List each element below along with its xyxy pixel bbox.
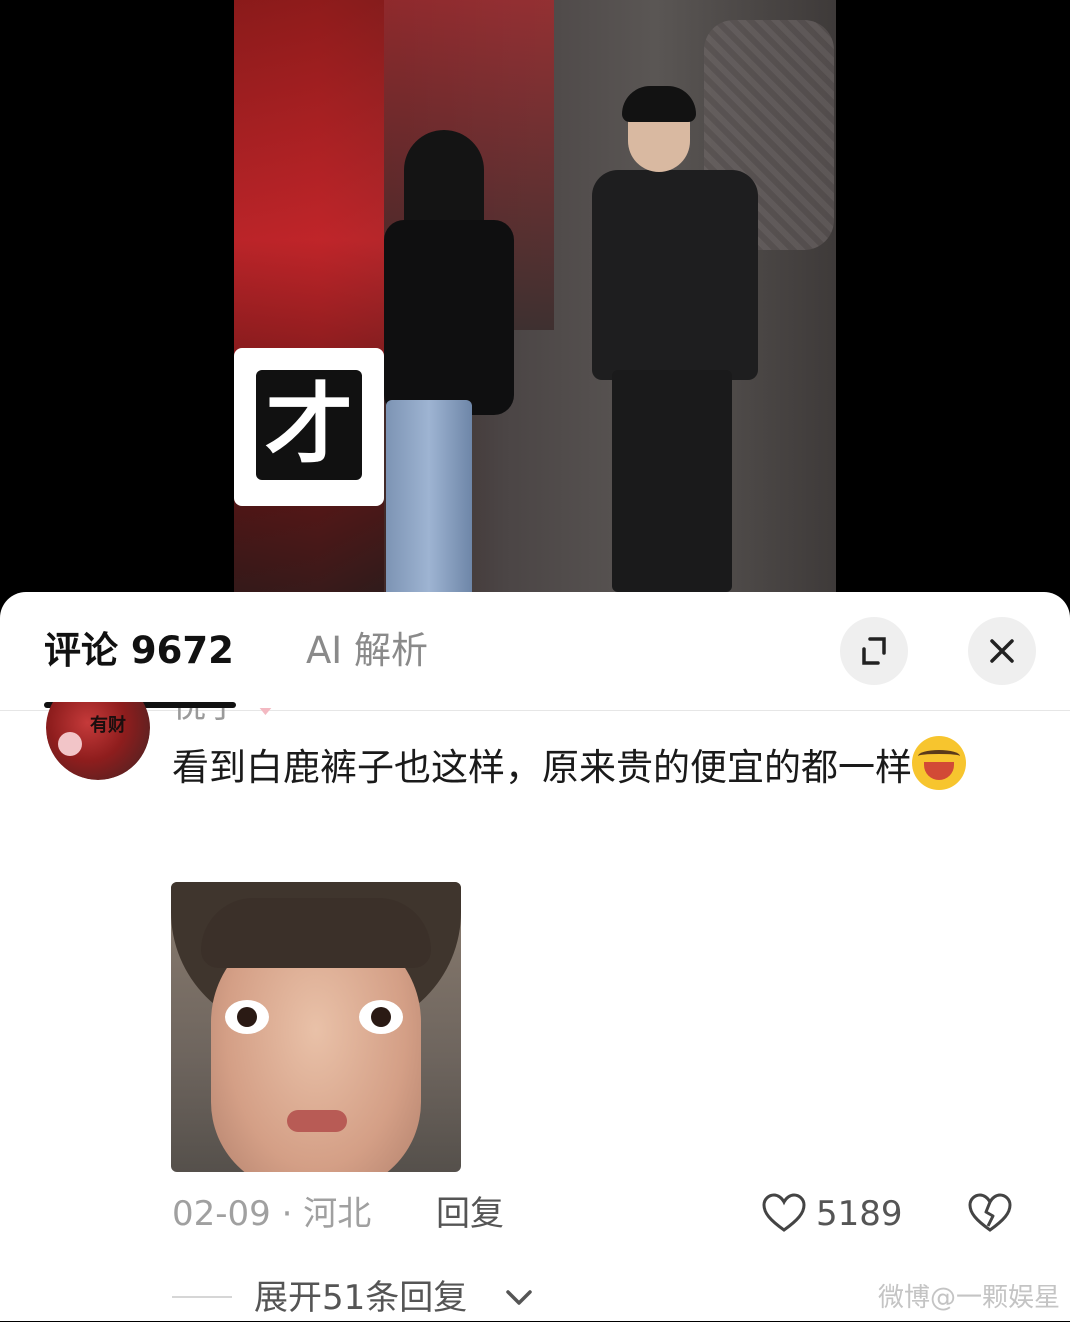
expand-icon	[862, 637, 886, 665]
person-man-legs	[612, 370, 732, 592]
comment-date-location: 02-09 · 河北	[172, 1194, 372, 1234]
laughing-crying-emoji-icon	[912, 736, 966, 790]
like-count: 5189	[816, 1194, 903, 1234]
close-button[interactable]	[968, 617, 1036, 685]
heart-like-icon[interactable]	[760, 1190, 808, 1238]
comment-text: 看到白鹿裤子也这样，原来贵的便宜的都一样	[172, 736, 1012, 800]
caption-sign-char: 才	[256, 370, 362, 480]
tabs-bar: 评论 9672 AI 解析	[0, 592, 1070, 711]
broken-heart-dislike-icon[interactable]	[966, 1190, 1014, 1238]
expand-replies-link[interactable]: 展开51条回复	[254, 1274, 467, 1322]
person-woman-jacket	[384, 220, 514, 415]
tab-comments[interactable]: 评论 9672	[44, 622, 234, 680]
reply-button[interactable]: 回复	[436, 1190, 504, 1238]
username[interactable]: 悦子♥	[172, 708, 292, 722]
watermark: 微博@一颗娱星	[878, 1283, 1061, 1313]
tab-ai-analysis[interactable]: AI 解析	[306, 622, 428, 680]
video-player[interactable]: 才	[0, 0, 1070, 600]
caption-sign: 才	[234, 348, 384, 506]
comment-body: 看到白鹿裤子也这样，原来贵的便宜的都一样	[172, 746, 912, 789]
comment-image-sticker[interactable]	[171, 882, 461, 1172]
person-man-suit	[592, 170, 758, 380]
backdrop-red-drape	[234, 0, 384, 600]
person-woman-jeans	[386, 400, 472, 600]
person-man-hair	[622, 86, 696, 122]
heart-badge-icon: ♥	[252, 708, 279, 722]
expand-divider	[172, 1296, 232, 1298]
comments-sheet: 评论 9672 AI 解析	[0, 592, 1070, 1321]
expand-button[interactable]	[840, 617, 908, 685]
chevron-down-icon[interactable]	[503, 1284, 535, 1312]
close-icon	[990, 639, 1014, 663]
